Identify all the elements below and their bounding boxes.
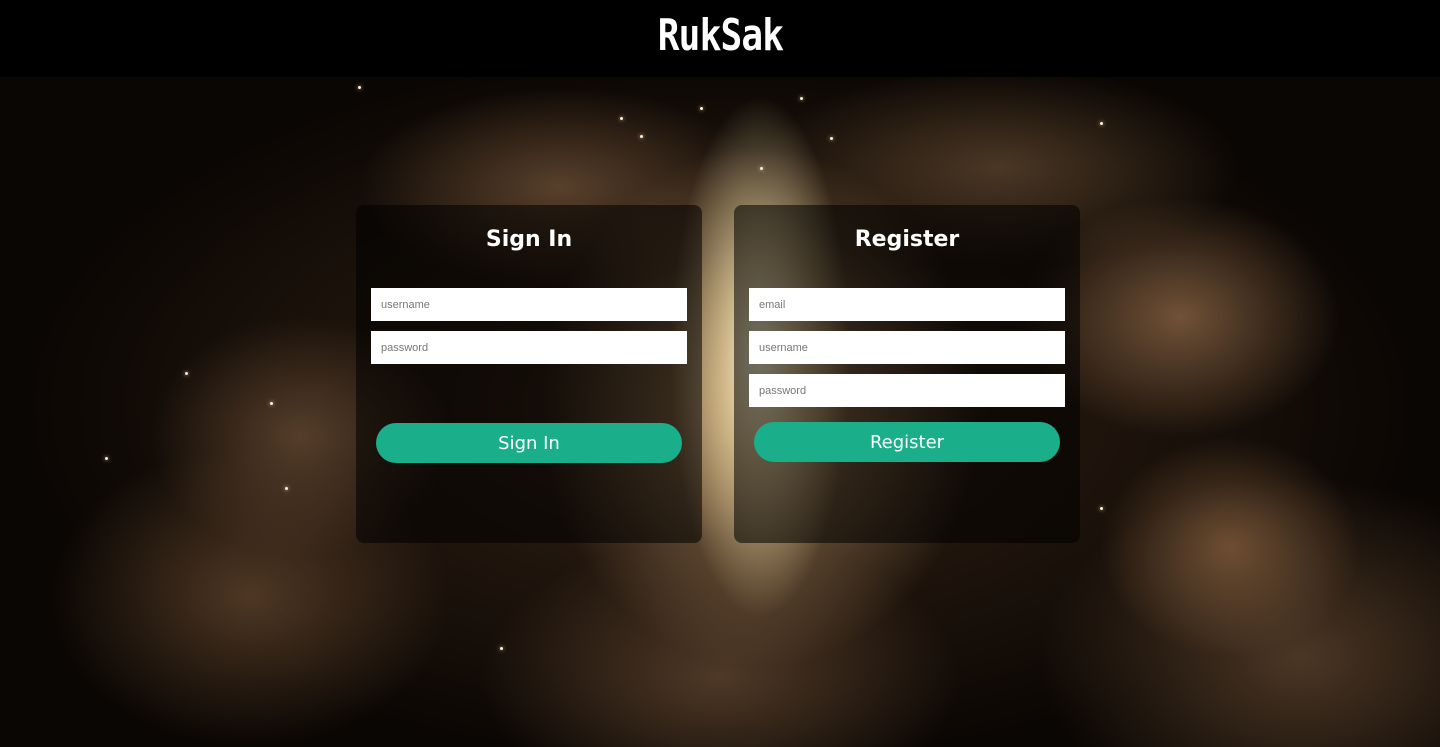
spark [358, 86, 361, 89]
register-panel: Register Register [734, 205, 1080, 543]
site-header: RukSak [0, 0, 1440, 77]
spark [105, 457, 108, 460]
register-email-input[interactable] [749, 288, 1065, 321]
spark [285, 487, 288, 490]
sign-in-panel: Sign In Sign In [356, 205, 702, 543]
page: RukSak Sign In Sign In Register Register [0, 0, 1440, 747]
sign-in-button[interactable]: Sign In [376, 423, 682, 463]
spark [500, 647, 503, 650]
sign-in-username-input[interactable] [371, 288, 687, 321]
spark [620, 117, 623, 120]
brand-logo[interactable]: RukSak [657, 10, 783, 61]
spark [700, 107, 703, 110]
spark [185, 372, 188, 375]
campfire-background-image [0, 77, 1440, 747]
spark [1100, 507, 1103, 510]
spark [830, 137, 833, 140]
spark [1100, 122, 1103, 125]
spark [640, 135, 643, 138]
spark [760, 167, 763, 170]
sign-in-title: Sign In [485, 227, 573, 252]
register-title: Register [854, 227, 960, 252]
spark [800, 97, 803, 100]
sign-in-password-input[interactable] [371, 331, 687, 364]
register-button[interactable]: Register [754, 422, 1060, 462]
spark [270, 402, 273, 405]
register-username-input[interactable] [749, 331, 1065, 364]
register-password-input[interactable] [749, 374, 1065, 407]
